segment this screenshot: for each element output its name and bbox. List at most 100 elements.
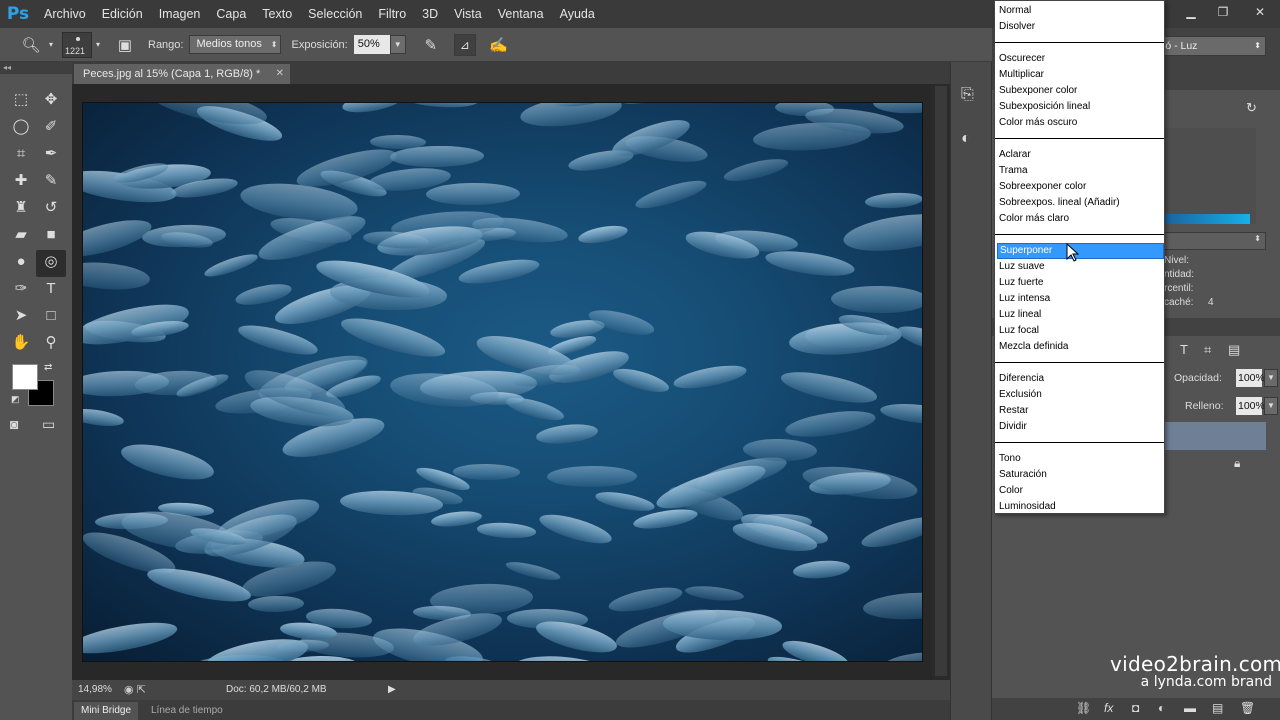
- blend-mode-item[interactable]: Tono: [997, 451, 1164, 467]
- move-icon[interactable]: ✥: [36, 88, 66, 115]
- blend-mode-item[interactable]: Saturación: [997, 467, 1164, 483]
- layer-row-selected[interactable]: [1160, 422, 1266, 450]
- image-canvas[interactable]: [82, 102, 923, 662]
- menu-seleccion[interactable]: Selección: [300, 0, 370, 28]
- lasso-icon[interactable]: ◯: [6, 115, 36, 142]
- menu-ventana[interactable]: Ventana: [490, 0, 552, 28]
- rectangle-icon[interactable]: □: [36, 304, 66, 331]
- pen-icon[interactable]: ✑: [6, 277, 36, 304]
- close-tab-icon[interactable]: ✕: [276, 64, 284, 84]
- fx-icon[interactable]: fx: [1104, 701, 1113, 715]
- adjustments-panel-icon[interactable]: ◐: [961, 130, 971, 148]
- menu-capa[interactable]: Capa: [208, 0, 254, 28]
- blend-mode-item[interactable]: Luz fuerte: [997, 275, 1164, 291]
- layer-row-background[interactable]: [1160, 452, 1266, 480]
- brush-icon[interactable]: ✎: [36, 169, 66, 196]
- eyedropper-icon[interactable]: ✒: [36, 142, 66, 169]
- menu-vista[interactable]: Vista: [446, 0, 490, 28]
- tab-mini-bridge[interactable]: Mini Bridge: [74, 702, 139, 720]
- default-colors-icon[interactable]: ◩: [11, 394, 20, 405]
- restore-icon[interactable]: ❐: [1208, 1, 1238, 23]
- stamp-icon[interactable]: ♜: [6, 196, 36, 223]
- add-mask-icon[interactable]: ◘: [1132, 701, 1139, 715]
- path-select-icon[interactable]: ➤: [6, 304, 36, 331]
- hand-icon[interactable]: ✋: [6, 331, 36, 358]
- quick-mask-icon[interactable]: ◙: [10, 416, 18, 432]
- blend-mode-item[interactable]: Subexponer color: [997, 83, 1164, 99]
- blend-mode-item[interactable]: Mezcla definida: [997, 339, 1164, 355]
- blend-mode-item[interactable]: Trama: [997, 163, 1164, 179]
- menu-filtro[interactable]: Filtro: [370, 0, 414, 28]
- blend-mode-item[interactable]: Luz intensa: [997, 291, 1164, 307]
- blend-mode-item[interactable]: Sobreexponer color: [997, 179, 1164, 195]
- blend-mode-item[interactable]: Normal: [997, 3, 1164, 19]
- close-icon[interactable]: ✕: [1240, 1, 1280, 23]
- new-group-icon[interactable]: ▬: [1184, 701, 1196, 715]
- eraser-icon[interactable]: ▰: [6, 223, 36, 250]
- blend-mode-item[interactable]: Color más oscuro: [997, 115, 1164, 131]
- range-select[interactable]: Medios tonos ⬍: [189, 35, 282, 54]
- blend-mode-item[interactable]: Exclusión: [997, 387, 1164, 403]
- scrollbar-thumb[interactable]: [935, 86, 947, 676]
- menu-3d[interactable]: 3D: [414, 0, 446, 28]
- blend-mode-item[interactable]: Disolver: [997, 19, 1164, 35]
- blend-mode-item[interactable]: Superponer: [997, 243, 1164, 259]
- blend-mode-item[interactable]: Subexposición lineal: [997, 99, 1164, 115]
- type-filter-icon[interactable]: T: [1180, 342, 1188, 357]
- tools-panel-header[interactable]: ◂◂: [0, 62, 72, 74]
- shape-filter-icon[interactable]: ⌗: [1204, 342, 1211, 358]
- zoom-icon[interactable]: ⚲: [36, 331, 66, 358]
- opacity-field[interactable]: 100%: [1236, 369, 1265, 387]
- new-layer-icon[interactable]: ▤: [1212, 701, 1223, 715]
- workspace-preset-select[interactable]: ió - Luz ⬍: [1160, 36, 1266, 56]
- blend-mode-item[interactable]: Aclarar: [997, 147, 1164, 163]
- delete-layer-icon[interactable]: 🗑︎: [1240, 701, 1255, 715]
- zoom-level[interactable]: 14,98%: [78, 680, 112, 700]
- exposure-dropdown[interactable]: ▼: [389, 35, 406, 54]
- opacity-dropdown[interactable]: ▼: [1264, 369, 1278, 387]
- tab-timeline[interactable]: Línea de tiempo: [144, 702, 230, 720]
- fill-dropdown[interactable]: ▼: [1264, 397, 1278, 415]
- blend-mode-item[interactable]: Luz focal: [997, 323, 1164, 339]
- type-icon[interactable]: T: [36, 277, 66, 304]
- screen-mode-icon[interactable]: ▭: [42, 416, 55, 433]
- blur-icon[interactable]: ●: [6, 250, 36, 277]
- sponge-icon[interactable]: ◎: [36, 250, 66, 277]
- marquee-icon[interactable]: ⬚: [6, 88, 36, 115]
- protect-tones-toggle[interactable]: ⊿: [453, 33, 476, 56]
- menu-ayuda[interactable]: Ayuda: [552, 0, 603, 28]
- blend-mode-item[interactable]: Luminosidad: [997, 499, 1164, 515]
- menu-imagen[interactable]: Imagen: [151, 0, 209, 28]
- history-panel-icon[interactable]: ⎘: [961, 86, 974, 104]
- foreground-color-swatch[interactable]: [12, 364, 38, 390]
- brush-preset-picker[interactable]: 1221: [62, 31, 92, 58]
- fill-field[interactable]: 100%: [1236, 397, 1265, 415]
- airbrush-icon[interactable]: ✎: [418, 36, 444, 54]
- minimize-icon[interactable]: ▁: [1176, 1, 1206, 23]
- link-layers-icon[interactable]: ⛓: [1076, 701, 1091, 715]
- sponge-tool-icon[interactable]: 🔍︎: [18, 36, 44, 54]
- brush-panel-icon[interactable]: ▣: [112, 36, 138, 54]
- blend-mode-item[interactable]: Dividir: [997, 419, 1164, 435]
- status-icons[interactable]: ◉ ⇱: [124, 680, 146, 700]
- smart-filter-icon[interactable]: ▤: [1228, 342, 1240, 358]
- document-tab[interactable]: Peces.jpg al 15% (Capa 1, RGB/8) * ✕: [74, 64, 290, 84]
- menu-edicion[interactable]: Edición: [94, 0, 151, 28]
- status-menu-arrow-icon[interactable]: ▶: [388, 680, 396, 700]
- adjustment-layer-icon[interactable]: ◐: [1158, 701, 1165, 715]
- pressure-icon[interactable]: ✍: [486, 36, 512, 54]
- refresh-icon[interactable]: ↻: [1246, 100, 1257, 116]
- healing-icon[interactable]: ✚: [6, 169, 36, 196]
- menu-archivo[interactable]: Archivo: [36, 0, 94, 28]
- blend-mode-item[interactable]: Diferencia: [997, 371, 1164, 387]
- quick-select-icon[interactable]: ✐: [36, 115, 66, 142]
- brush-chevron-icon[interactable]: ▾: [92, 40, 104, 49]
- blend-mode-item[interactable]: Luz lineal: [997, 307, 1164, 323]
- blend-mode-item[interactable]: Color más claro: [997, 211, 1164, 227]
- exposure-field[interactable]: 50%: [353, 35, 390, 54]
- swap-colors-icon[interactable]: ⇄: [44, 362, 52, 373]
- blend-mode-item[interactable]: Sobreexpos. lineal (Añadir): [997, 195, 1164, 211]
- blend-mode-item[interactable]: Multiplicar: [997, 67, 1164, 83]
- blend-mode-item[interactable]: Restar: [997, 403, 1164, 419]
- blend-mode-item[interactable]: Color: [997, 483, 1164, 499]
